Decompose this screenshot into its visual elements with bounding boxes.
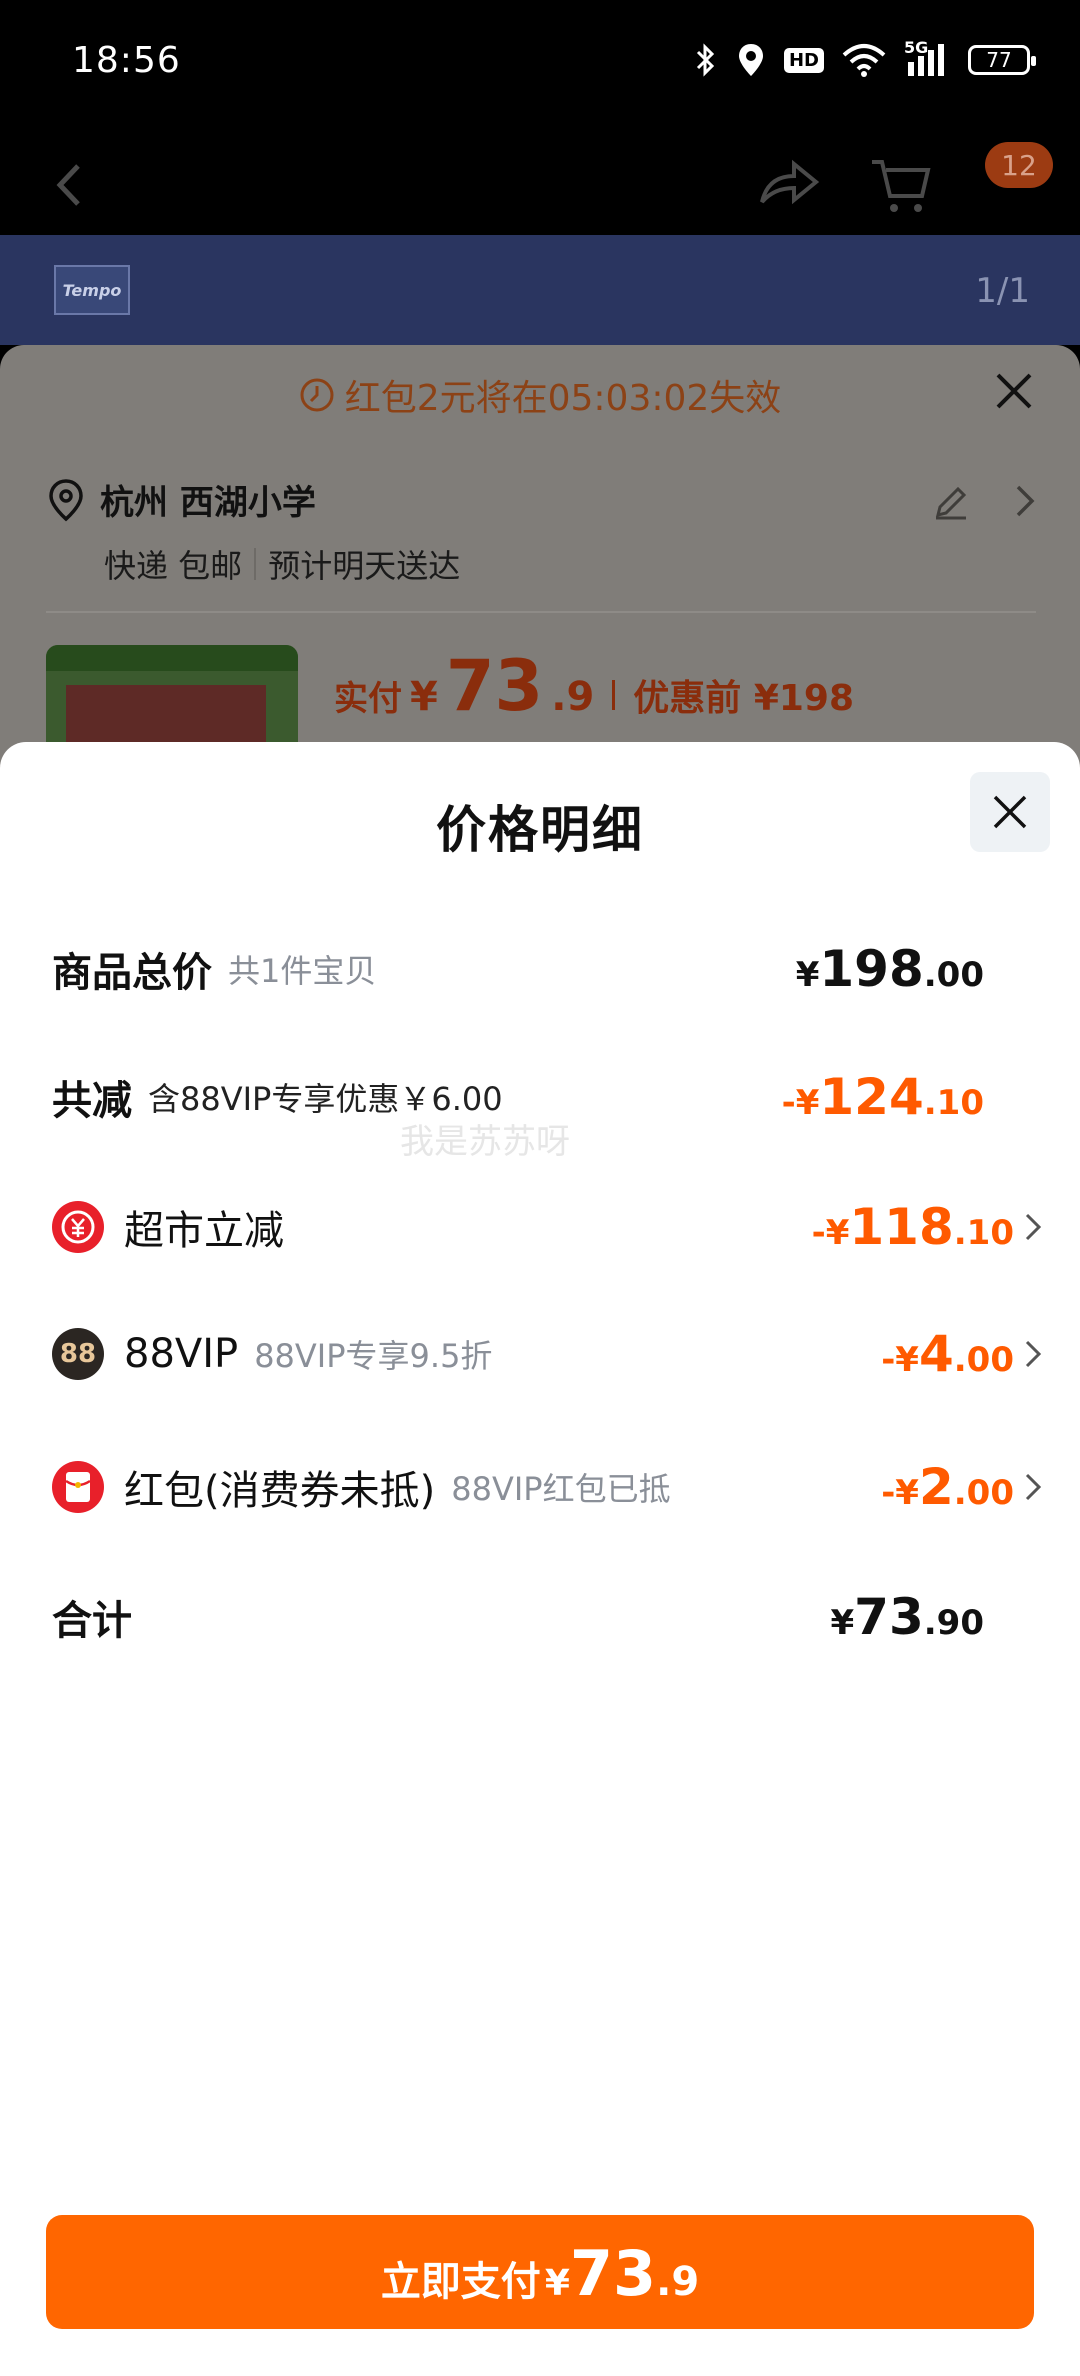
row-label: 商品总价 (52, 950, 212, 996)
countdown-text: 红包2元将在05:03:02失效 (344, 378, 782, 419)
pay-currency: ¥ (544, 2263, 570, 2304)
row-sub: 88VIP红包已抵 (451, 1470, 671, 1508)
hd-icon: HD (783, 47, 824, 73)
pay-label: 立即支付 (380, 2259, 541, 2305)
price-separator (612, 680, 616, 710)
close-icon (993, 795, 1027, 829)
red-packet-icon (52, 1461, 104, 1513)
row-sub: 88VIP专享9.5折 (254, 1337, 493, 1375)
row-supermarket-discount[interactable]: 超市立减 -¥ 118.10 (52, 1198, 1042, 1256)
pay-now-button[interactable]: 立即支付 ¥ 73 .9 (46, 2215, 1034, 2329)
row-label: 共减 (52, 1078, 132, 1124)
paid-amount-dec: .9 (551, 674, 595, 720)
signal-icon: 5G (904, 38, 950, 78)
wifi-icon (842, 44, 886, 77)
row-label: 超市立减 (124, 1208, 284, 1254)
back-arrow-icon[interactable] (50, 160, 90, 210)
address-city: 杭州 西湖小学 (100, 483, 316, 523)
divider (46, 611, 1036, 613)
chevron-right-icon (1025, 1473, 1042, 1501)
pay-amount-int: 73 (569, 2237, 657, 2310)
row-label: 红包(消费券未抵) (124, 1468, 436, 1514)
price-before-discount: 优惠前 ¥198 (633, 678, 855, 719)
bluetooth-icon (696, 43, 715, 77)
status-bar: 18:56 HD 5G 77 (0, 0, 1080, 130)
row-sub: 含88VIP专享优惠￥6.00 (148, 1080, 503, 1118)
sheet-title: 价格明细 (436, 801, 644, 859)
row-item-total: 商品总价 共1件宝贝 ¥198.00 (52, 940, 1042, 998)
88vip-icon: 88 (52, 1328, 104, 1380)
image-pager: 1/1 (975, 271, 1030, 311)
delivery-address[interactable]: 杭州 西湖小学 (46, 475, 316, 524)
row-grand-total: 合计 ¥73.90 (52, 1588, 1042, 1646)
supermarket-discount-icon (52, 1201, 104, 1253)
status-icons: HD 5G 77 (694, 38, 1036, 78)
row-amount: ¥198.00 (795, 940, 984, 998)
paid-amount-int: 73 (445, 645, 544, 727)
vip-badge-text: 88 (59, 1339, 97, 1369)
delivery-separator (254, 548, 257, 580)
paid-label: 实付 (334, 679, 402, 719)
clock-icon (300, 378, 334, 412)
product-banner: Tempo 1/1 (0, 235, 1080, 345)
cart-badge: 12 (985, 142, 1053, 188)
battery-icon: 77 (968, 45, 1036, 75)
coupon-countdown: 红包2元将在05:03:02失效 (0, 369, 1080, 421)
brand-logo: Tempo (54, 265, 130, 315)
row-total-discount: 共减 含88VIP专享优惠￥6.00 -¥ 124.10 (52, 1068, 1042, 1126)
row-amount: -¥ 2.00 (881, 1458, 1042, 1516)
edit-address-icon[interactable] (932, 483, 970, 521)
row-sub: 共1件宝贝 (228, 952, 377, 990)
chevron-right-icon (1025, 1213, 1042, 1241)
delivery-eta: 预计明天送达 (268, 547, 461, 585)
cart-icon[interactable] (870, 156, 932, 216)
row-amount: -¥ 4.00 (881, 1325, 1042, 1383)
location-pin-icon (49, 478, 83, 521)
product-nav-bar: 12 (0, 130, 1080, 235)
row-88vip[interactable]: 88 88VIP 88VIP专享9.5折 -¥ 4.00 (52, 1325, 1042, 1383)
row-red-packet[interactable]: 红包(消费券未抵) 88VIP红包已抵 -¥ 2.00 (52, 1458, 1042, 1516)
close-button[interactable] (970, 772, 1050, 852)
delivery-mode: 快递 包邮 (104, 547, 243, 585)
row-amount: ¥73.90 (830, 1588, 985, 1646)
order-close-icon[interactable] (994, 371, 1034, 411)
location-icon (738, 44, 763, 76)
status-time: 18:56 (72, 40, 181, 81)
delivery-info: 快递 包邮 预计明天送达 (104, 541, 460, 587)
pay-amount-dec: .9 (656, 2259, 700, 2305)
row-label: 合计 (52, 1598, 132, 1644)
chevron-right-icon (1025, 1340, 1042, 1368)
chevron-right-icon[interactable] (1014, 483, 1036, 519)
price-detail-sheet: 价格明细 我是苏苏呀 商品总价 共1件宝贝 ¥198.00 共减 含88VIP专… (0, 742, 1080, 2376)
row-label: 88VIP (124, 1331, 239, 1377)
share-icon[interactable] (758, 158, 820, 208)
row-amount: -¥ 118.10 (812, 1198, 1042, 1256)
row-amount: -¥ 124.10 (781, 1068, 984, 1126)
order-price: 实付 ¥ 73 .9 优惠前 ¥198 (334, 645, 854, 727)
paid-currency: ¥ (410, 674, 438, 720)
